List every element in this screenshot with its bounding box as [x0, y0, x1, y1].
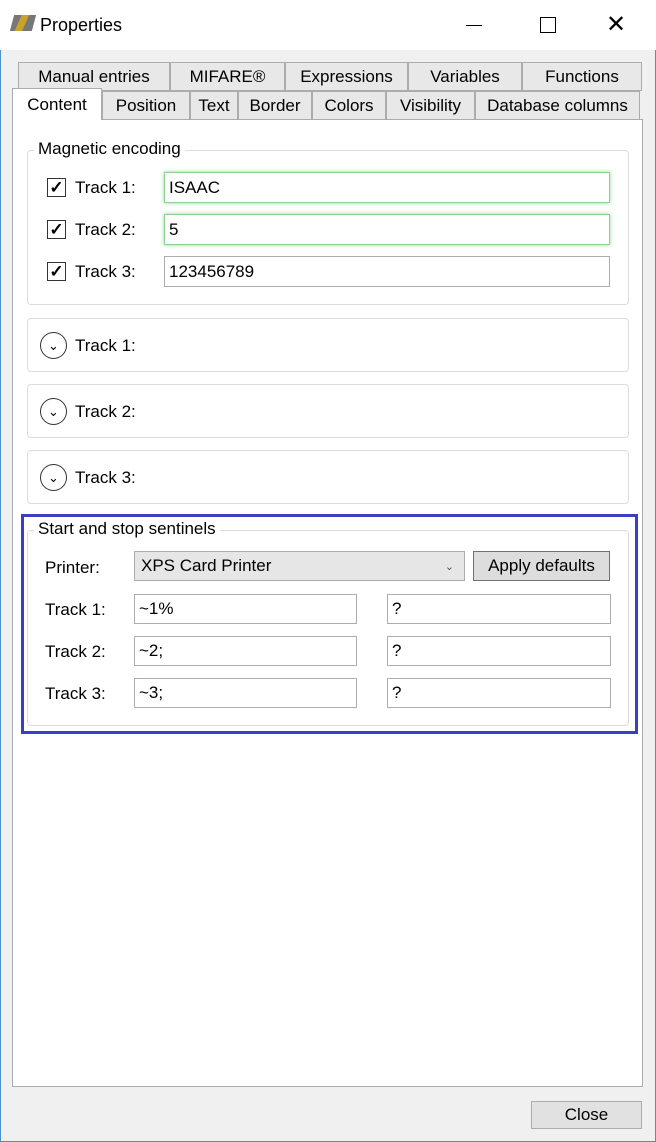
track-checkbox[interactable]: ✓ — [47, 262, 66, 281]
track-checkbox[interactable]: ✓ — [47, 178, 66, 197]
expander-label: Track 2: — [75, 402, 136, 421]
stop-sentinel-input[interactable]: ? — [387, 594, 611, 624]
printer-value: XPS Card Printer — [141, 556, 272, 575]
track-expander[interactable]: ⌄ Track 1: — [27, 318, 629, 372]
tab-3[interactable]: Border — [238, 91, 312, 120]
track-input[interactable]: 5 — [164, 214, 610, 245]
app-icon — [9, 15, 37, 31]
tab-4[interactable]: Functions — [522, 62, 642, 91]
group-title: Start and stop sentinels — [34, 519, 220, 539]
chevron-down-icon: ⌄ — [444, 560, 454, 573]
start-value: ~2; — [139, 641, 164, 660]
track-value: 123456789 — [169, 261, 255, 281]
start-sentinel-input[interactable]: ~3; — [134, 678, 357, 708]
chevron-down-icon: ⌄ — [40, 464, 67, 491]
group-title: Magnetic encoding — [34, 139, 185, 159]
stop-sentinel-input[interactable]: ? — [387, 678, 611, 708]
apply-defaults-button[interactable]: Apply defaults — [473, 551, 610, 581]
stop-value: ? — [392, 641, 402, 660]
printer-label: Printer: — [45, 558, 100, 577]
track-label: Track 3: — [75, 262, 136, 281]
sentinel-track-label: Track 2: — [45, 642, 106, 661]
track-value: ISAAC — [169, 177, 221, 197]
expander-label: Track 1: — [75, 336, 136, 355]
stop-sentinel-input[interactable]: ? — [387, 636, 611, 666]
tab-1[interactable]: Position — [102, 91, 190, 120]
stop-value: ? — [392, 683, 402, 702]
tab-2[interactable]: Text — [190, 91, 238, 120]
chevron-down-icon: ⌄ — [40, 398, 67, 425]
tab-6[interactable]: Database columns — [475, 91, 640, 120]
tab-3[interactable]: Variables — [408, 62, 522, 91]
start-value: ~1% — [139, 599, 174, 618]
close-icon[interactable]: ✕ — [606, 10, 626, 39]
tab-0[interactable]: Content — [12, 88, 102, 120]
track-input[interactable]: 123456789 — [164, 256, 610, 287]
start-sentinel-input[interactable]: ~2; — [134, 636, 357, 666]
start-sentinel-input[interactable]: ~1% — [134, 594, 357, 624]
track-value: 5 — [169, 219, 179, 239]
track-label: Track 2: — [75, 220, 136, 239]
tab-1[interactable]: MIFARE® — [170, 62, 285, 91]
tab-4[interactable]: Colors — [312, 91, 386, 120]
stop-value: ? — [392, 599, 402, 618]
track-checkbox[interactable]: ✓ — [47, 220, 66, 239]
printer-select[interactable]: XPS Card Printer ⌄ — [134, 551, 465, 581]
minimize-icon[interactable] — [466, 25, 482, 26]
sentinel-track-label: Track 1: — [45, 600, 106, 619]
chevron-down-icon: ⌄ — [40, 332, 67, 359]
expander-label: Track 3: — [75, 468, 136, 487]
track-input[interactable]: ISAAC — [164, 172, 610, 203]
window-title: Properties — [40, 15, 123, 35]
tab-0[interactable]: Manual entries — [18, 62, 170, 91]
title-bar: Properties ✕ — [0, 0, 656, 50]
track-label: Track 1: — [75, 178, 136, 197]
tab-2[interactable]: Expressions — [285, 62, 408, 91]
start-value: ~3; — [139, 683, 164, 702]
sentinel-track-label: Track 3: — [45, 684, 106, 703]
close-button[interactable]: Close — [531, 1101, 642, 1129]
track-expander[interactable]: ⌄ Track 3: — [27, 450, 629, 504]
track-expander[interactable]: ⌄ Track 2: — [27, 384, 629, 438]
tab-5[interactable]: Visibility — [386, 91, 475, 120]
maximize-icon[interactable] — [540, 17, 556, 33]
